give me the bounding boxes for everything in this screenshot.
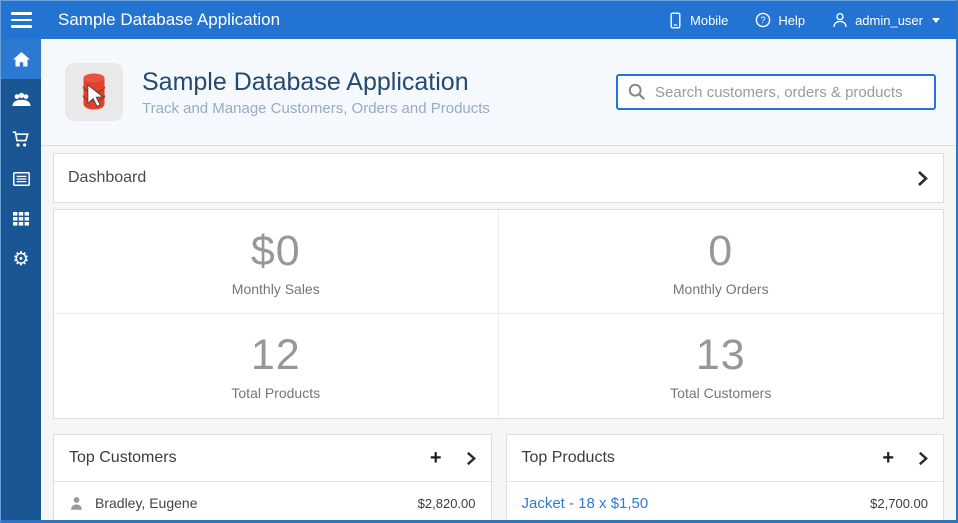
help-circle-icon: ? <box>755 12 771 28</box>
top-products-panel: Top Products + Jacket - 18 x $1,50 $2,70… <box>506 434 945 520</box>
stat-label: Monthly Orders <box>673 281 769 297</box>
page-subtitle: Track and Manage Customers, Orders and P… <box>142 100 616 117</box>
mobile-label: Mobile <box>690 13 728 28</box>
app-window: Sample Database Application Mobile ? Hel… <box>0 0 958 523</box>
sidebar-item-customers[interactable] <box>1 79 41 119</box>
mobile-phone-icon <box>668 12 683 29</box>
home-icon <box>13 52 30 67</box>
search-icon <box>628 83 646 101</box>
svg-text:?: ? <box>761 15 766 25</box>
app-header: Sample Database Application Track and Ma… <box>41 39 956 146</box>
help-button[interactable]: ? Help <box>755 12 805 28</box>
customers-icon <box>12 92 31 107</box>
stat-value: 0 <box>708 227 733 276</box>
top-customers-header: Top Customers + <box>54 435 491 482</box>
sidebar-nav: ⚙ <box>1 39 41 520</box>
hamburger-icon[interactable] <box>1 1 41 39</box>
reports-icon <box>13 172 30 186</box>
topbar-actions: Mobile ? Help admin_user <box>668 12 956 29</box>
product-row[interactable]: Jacket - 18 x $1,50 $2,700.00 <box>507 482 944 520</box>
sidebar-item-orders[interactable] <box>1 119 41 159</box>
app-logo <box>65 63 123 121</box>
content-area: Dashboard $0 Monthly Sales <box>41 146 956 520</box>
stat-value: 13 <box>696 331 746 380</box>
top-products-expand-button[interactable] <box>918 451 928 466</box>
sidebar-item-administration[interactable]: ⚙ <box>1 239 41 279</box>
help-label: Help <box>778 13 805 28</box>
dashboard-title: Dashboard <box>68 169 146 187</box>
dashboard-panel: Dashboard <box>53 153 944 203</box>
search-box <box>616 74 936 110</box>
stat-label: Monthly Sales <box>232 281 320 297</box>
chevron-right-icon <box>918 451 928 466</box>
chevron-right-icon <box>466 451 476 466</box>
sidebar-item-home[interactable] <box>1 39 41 79</box>
username-label: admin_user <box>855 13 923 28</box>
customer-amount: $2,820.00 <box>418 496 476 511</box>
stat-value: 12 <box>251 331 301 380</box>
product-link[interactable]: Jacket - 18 x $1,50 <box>522 495 871 512</box>
stats-panel: $0 Monthly Sales 0 Monthly Orders 12 Tot… <box>53 209 944 419</box>
sidebar-item-reports[interactable] <box>1 159 41 199</box>
admin-gear-icon: ⚙ <box>12 250 29 269</box>
user-icon <box>832 12 848 28</box>
search-input[interactable] <box>655 84 924 101</box>
user-menu-button[interactable]: admin_user <box>832 12 940 28</box>
stat-total-customers: 13 Total Customers <box>499 314 944 418</box>
page-title: Sample Database Application <box>142 68 616 97</box>
products-grid-icon <box>13 212 29 226</box>
top-customers-panel: Top Customers + <box>53 434 492 520</box>
stat-monthly-orders: 0 Monthly Orders <box>499 210 944 314</box>
stat-total-products: 12 Total Products <box>54 314 499 418</box>
sidebar-item-products[interactable] <box>1 199 41 239</box>
customer-row[interactable]: Bradley, Eugene $2,820.00 <box>54 482 491 520</box>
dashboard-expand-button[interactable] <box>917 170 928 187</box>
top-products-header: Top Products + <box>507 435 944 482</box>
stat-label: Total Products <box>231 385 320 401</box>
person-icon <box>69 496 84 511</box>
top-products-title: Top Products <box>522 449 883 467</box>
stat-label: Total Customers <box>670 385 771 401</box>
stat-value: $0 <box>251 227 301 276</box>
add-customer-button[interactable]: + <box>430 448 442 468</box>
product-amount: $2,700.00 <box>870 496 928 511</box>
topbar-title: Sample Database Application <box>41 10 668 30</box>
stat-monthly-sales: $0 Monthly Sales <box>54 210 499 314</box>
top-customers-expand-button[interactable] <box>466 451 476 466</box>
caret-down-icon <box>932 18 940 23</box>
orders-cart-icon <box>12 131 30 148</box>
customer-name: Bradley, Eugene <box>95 495 418 511</box>
mobile-button[interactable]: Mobile <box>668 12 728 29</box>
chevron-right-icon <box>917 170 928 187</box>
topbar: Sample Database Application Mobile ? Hel… <box>1 1 956 39</box>
add-product-button[interactable]: + <box>882 448 894 468</box>
top-customers-title: Top Customers <box>69 449 430 467</box>
database-cursor-icon <box>73 70 115 114</box>
